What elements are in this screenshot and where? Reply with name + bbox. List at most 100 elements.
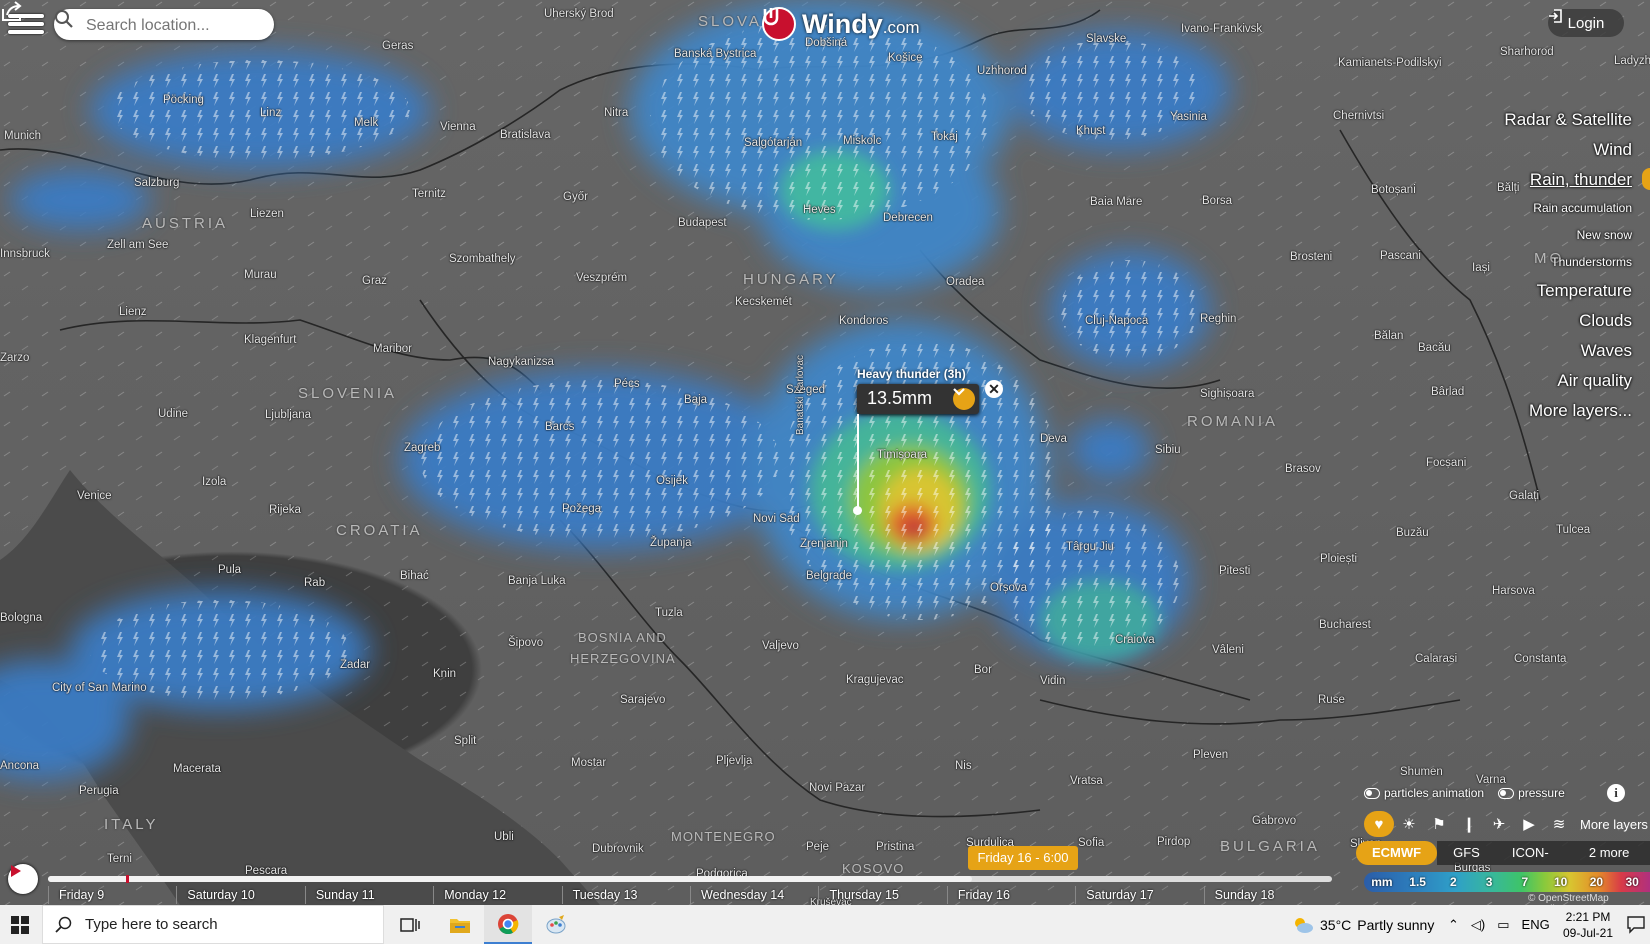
city-label: Győr: [563, 191, 588, 203]
city-label: Brasov: [1285, 463, 1321, 475]
timeline-day[interactable]: Thursday 15: [818, 886, 946, 904]
popup-expand-button[interactable]: [953, 388, 975, 410]
particles-toggle[interactable]: particles animation: [1364, 786, 1484, 800]
more-layers-button[interactable]: More layers: [1580, 817, 1648, 832]
city-label: Šipovo: [508, 637, 544, 649]
overlay-temperature[interactable]: Temperature: [1504, 276, 1632, 306]
city-label: Vidin: [1040, 675, 1066, 687]
login-button[interactable]: Login: [1548, 9, 1624, 37]
timeline-day[interactable]: Friday 9: [48, 886, 176, 904]
taskbar: Type here to search 35°C Partly sunny ⌃ …: [0, 905, 1650, 944]
city-label: Belgrade: [806, 570, 853, 582]
overlay-rain-accumulation[interactable]: Rain accumulation: [1504, 195, 1632, 222]
timeline-day[interactable]: Wednesday 14: [690, 886, 818, 904]
timeline-day[interactable]: Tuesday 13: [561, 886, 690, 904]
popup-pin-line: [857, 414, 859, 510]
timeline-day[interactable]: Friday 16: [946, 886, 1075, 904]
notification-button[interactable]: [1626, 914, 1646, 939]
login-icon: [1549, 9, 1562, 23]
city-label: Tokaj: [931, 131, 958, 143]
model-more[interactable]: 2 more ⌄: [1572, 841, 1650, 884]
airport-button[interactable]: ✈: [1484, 811, 1514, 837]
task-view-button[interactable]: [386, 905, 434, 944]
country-label: SLOVENIA: [298, 385, 398, 402]
weather-icon-button[interactable]: ☀: [1394, 811, 1424, 837]
timeline-day[interactable]: Saturday 17: [1075, 886, 1203, 904]
map-attribution[interactable]: © OpenStreetMap contributors: [1528, 893, 1650, 905]
volume-icon[interactable]: ◁): [1471, 917, 1485, 933]
city-label: Constanta: [1514, 653, 1567, 665]
chevron-up-icon[interactable]: ⌃: [1448, 917, 1459, 933]
city-label: Ljubljana: [265, 409, 312, 421]
info-button[interactable]: i: [1607, 784, 1625, 802]
city-label: Pitesti: [1219, 565, 1251, 577]
chrome-button[interactable]: [484, 905, 532, 944]
city-label: Sofia: [1078, 837, 1105, 849]
paint-button[interactable]: [532, 905, 580, 944]
input-language[interactable]: ENG: [1522, 917, 1550, 932]
overlay-waves[interactable]: Waves: [1504, 336, 1632, 366]
color-scale[interactable]: mm 1.5 2 3 7 10 20 30: [1364, 872, 1650, 892]
timeline-day[interactable]: Sunday 11: [304, 886, 433, 904]
city-label: Nis: [955, 760, 972, 772]
city-label: Maribor: [373, 343, 412, 355]
popup-close-button[interactable]: ✕: [985, 380, 1003, 398]
clock-time: 2:21 PM: [1565, 910, 1611, 924]
file-explorer-button[interactable]: [436, 905, 484, 944]
country-label: KOSOVO: [842, 861, 905, 876]
flag-button[interactable]: ⚑: [1424, 811, 1454, 837]
overlay-rain-thunder[interactable]: Rain, thunder: [1504, 165, 1632, 195]
model-icon-eu[interactable]: ICON-EU: [1495, 841, 1573, 884]
search-box[interactable]: [54, 9, 274, 40]
overlay-new-snow[interactable]: New snow: [1504, 222, 1632, 249]
start-button[interactable]: [0, 905, 40, 944]
overlay-radar-satellite[interactable]: Radar & Satellite: [1504, 105, 1632, 135]
model-gfs[interactable]: GFS: [1437, 841, 1496, 865]
pressure-toggle[interactable]: pressure: [1498, 786, 1565, 800]
country-label: CROATIA: [336, 522, 423, 539]
country-label: BOSNIA AND: [578, 630, 667, 645]
city-label: Varna: [1476, 774, 1506, 786]
city-label: Peje: [806, 841, 830, 853]
city-label: Iași: [1472, 262, 1490, 274]
webcam-button[interactable]: ▶: [1514, 811, 1544, 837]
overlay-clouds[interactable]: Clouds: [1504, 306, 1632, 336]
city-label: Rijeka: [269, 504, 301, 516]
model-ecmwf[interactable]: ECMWF: [1356, 841, 1438, 865]
system-clock[interactable]: 2:21 PM 09-Jul-21: [1556, 909, 1620, 941]
chevron-down-icon: [953, 388, 965, 396]
windy-logo[interactable]: Windy.com: [762, 6, 920, 42]
network-icon[interactable]: ▭: [1497, 917, 1509, 933]
quick-layers-bar: ♥ ☀ ⚑ ❙ ✈ ▶ ≋ More layers: [1364, 810, 1650, 838]
weather-widget[interactable]: 35°C Partly sunny: [1292, 905, 1434, 944]
share-icon[interactable]: [0, 0, 24, 22]
timeline-track[interactable]: [48, 875, 1332, 883]
temperature-button[interactable]: ❙: [1454, 811, 1484, 837]
overlay-more-layers[interactable]: More layers...: [1504, 396, 1632, 426]
country-label: ROMANIA: [1187, 413, 1279, 430]
taskbar-search[interactable]: Type here to search: [42, 905, 384, 944]
city-label: Lienz: [119, 306, 147, 318]
overlay-thunderstorms[interactable]: Thunderstorms: [1504, 249, 1632, 276]
map-toggles: particles animation pressure: [1364, 786, 1565, 800]
wind-button[interactable]: ≋: [1544, 811, 1574, 837]
forecast-popup[interactable]: 13.5mm: [857, 384, 979, 414]
timeline-handle[interactable]: Friday 16 - 6:00: [968, 846, 1078, 870]
country-label: AUSTRIA: [142, 215, 229, 232]
overlay-air-quality[interactable]: Air quality: [1504, 366, 1632, 396]
play-button[interactable]: [8, 864, 38, 894]
logo-suffix: .com: [882, 17, 920, 37]
favorites-button[interactable]: ♥: [1364, 811, 1394, 837]
popup-title: Heavy thunder (3h): [857, 367, 966, 381]
timeline-day[interactable]: Saturday 10: [176, 886, 304, 904]
wind-icon: ≋: [1552, 816, 1566, 833]
search-input[interactable]: [84, 14, 268, 37]
windows-icon: [11, 915, 29, 934]
timeline-day[interactable]: Monday 12: [433, 886, 561, 904]
overlay-wind[interactable]: Wind: [1504, 135, 1632, 165]
city-label: Kamianets-Podilskyi: [1338, 57, 1442, 69]
timeline-day[interactable]: Sunday 18: [1203, 886, 1332, 904]
weather-map[interactable]: AUSTRIA SLOVENIA CROATIA BOSNIA AND HERZ…: [0, 0, 1650, 905]
popup-pin[interactable]: [853, 506, 862, 515]
scale-value: 2: [1450, 875, 1457, 889]
